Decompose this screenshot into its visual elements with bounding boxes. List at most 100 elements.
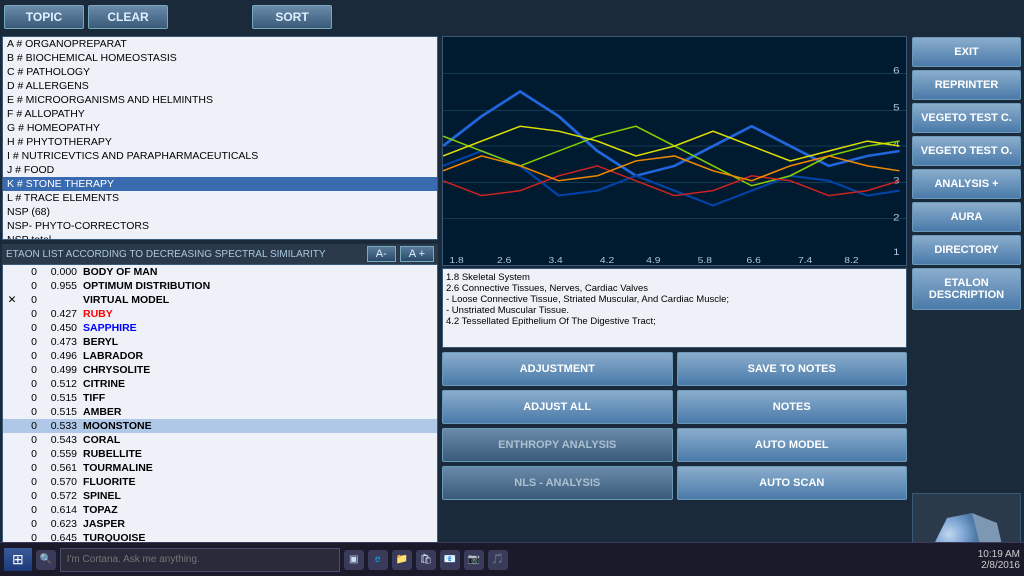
vegeto-c-button[interactable]: VEGETO TEST C. bbox=[912, 103, 1021, 133]
etalon-num: 0 bbox=[19, 518, 37, 530]
etalon-row[interactable]: 00.559RUBELLITE bbox=[3, 447, 437, 461]
etalon-val: 0.533 bbox=[41, 420, 77, 432]
etalon-row[interactable]: 0 0.512 CITRINE bbox=[3, 377, 437, 391]
etalon-row[interactable]: 00.955OPTIMUM DISTRIBUTION bbox=[3, 279, 437, 293]
etalon-val: 0.000 bbox=[41, 266, 77, 278]
etalon-val: 0.515 bbox=[41, 406, 77, 418]
etalon-row[interactable]: 00.623JASPER bbox=[3, 517, 437, 531]
etalon-name: LABRADOR bbox=[83, 350, 435, 362]
etalon-name: CITRINE bbox=[83, 378, 435, 390]
start-button[interactable]: ⊞ bbox=[4, 548, 32, 571]
etalon-name: SPINEL bbox=[83, 490, 435, 502]
topic-item[interactable]: G # HOMEOPATHY bbox=[3, 121, 437, 135]
app1-icon[interactable]: 📧 bbox=[440, 550, 460, 570]
store-icon[interactable]: 🛍 bbox=[416, 550, 436, 570]
etalon-list[interactable]: 0 0.000 BODY OF MAN00.955OPTIMUM DISTRIBUT… bbox=[2, 264, 438, 574]
topic-item[interactable]: A # ORGANOPREPARAT bbox=[3, 37, 437, 51]
svg-text:2: 2 bbox=[893, 213, 900, 222]
analysis-plus-button[interactable]: ANALYSIS + bbox=[912, 169, 1021, 199]
etalon-row[interactable]: 00.515TIFF bbox=[3, 391, 437, 405]
etalon-row[interactable]: 00.572SPINEL bbox=[3, 489, 437, 503]
a-minus-button[interactable]: A- bbox=[367, 246, 396, 262]
notes-button[interactable]: NOTES bbox=[677, 390, 908, 424]
search-icon[interactable]: 🔍 bbox=[36, 550, 56, 570]
etalon-row[interactable]: 00.496LABRADOR bbox=[3, 349, 437, 363]
etalon-val: 0.570 bbox=[41, 476, 77, 488]
etalon-val: 0.512 bbox=[41, 378, 77, 390]
topic-item[interactable]: C # PATHOLOGY bbox=[3, 65, 437, 79]
topic-item[interactable]: F # ALLOPATHY bbox=[3, 107, 437, 121]
topic-item[interactable]: H # PHYTOTHERAPY bbox=[3, 135, 437, 149]
etalon-num: 0 bbox=[19, 350, 37, 362]
topic-item[interactable]: K # STONE THERAPY bbox=[3, 177, 437, 191]
explorer-icon[interactable]: 📁 bbox=[392, 550, 412, 570]
topic-item[interactable]: NSP- PHYTO-CORRECTORS bbox=[3, 219, 437, 233]
sort-button[interactable]: SORT bbox=[252, 5, 332, 29]
reprinter-button[interactable]: REPRINTER bbox=[912, 70, 1021, 100]
etalon-row[interactable]: 00.515AMBER bbox=[3, 405, 437, 419]
action-buttons: ADJUSTMENT SAVE TO NOTES ADJUST ALL NOTE… bbox=[442, 352, 907, 500]
nls-analysis-button[interactable]: NLS - ANALYSIS bbox=[442, 466, 673, 500]
auto-model-button[interactable]: AUTO MODEL bbox=[677, 428, 908, 462]
adjust-all-button[interactable]: ADJUST ALL bbox=[442, 390, 673, 424]
etalon-row[interactable]: 00.473BERYL bbox=[3, 335, 437, 349]
etalon-name: RUBELLITE bbox=[83, 448, 435, 460]
etalon-name: BODY OF MAN bbox=[83, 266, 435, 278]
svg-text:8.2: 8.2 bbox=[844, 256, 858, 265]
etalon-row[interactable]: 00.427RUBY bbox=[3, 307, 437, 321]
topic-item[interactable]: B # BIOCHEMICAL HOMEOSTASIS bbox=[3, 51, 437, 65]
etalon-row[interactable]: 00.543CORAL bbox=[3, 433, 437, 447]
topic-item[interactable]: I # NUTRICEVTICS AND PARAPHARMACEUTICALS bbox=[3, 149, 437, 163]
etalon-val: 0.543 bbox=[41, 434, 77, 446]
right-panel: EXIT REPRINTER VEGETO TEST C. VEGETO TES… bbox=[909, 34, 1024, 576]
etalon-name: TOPAZ bbox=[83, 504, 435, 516]
exit-button[interactable]: EXIT bbox=[912, 37, 1021, 67]
etalon-check: ✕ bbox=[5, 294, 19, 306]
app2-icon[interactable]: 📷 bbox=[464, 550, 484, 570]
entropy-analysis-button[interactable]: ENTHROPY ANALYSIS bbox=[442, 428, 673, 462]
a-plus-button[interactable]: A + bbox=[400, 246, 434, 262]
topic-item[interactable]: NSP (68) bbox=[3, 205, 437, 219]
vegeto-o-button[interactable]: VEGETO TEST O. bbox=[912, 136, 1021, 166]
taskbar: ⊞ 🔍 ▣ e 📁 🛍 📧 📷 🎵 10:19 AM 2/8/2016 bbox=[0, 542, 1024, 576]
clear-button[interactable]: CLEAR bbox=[88, 5, 168, 29]
cortana-search[interactable] bbox=[60, 548, 340, 572]
etalon-val: 0.614 bbox=[41, 504, 77, 516]
topic-item[interactable]: NSP total bbox=[3, 233, 437, 240]
windows-icon: ⊞ bbox=[12, 551, 24, 568]
date-display: 2/8/2016 bbox=[978, 560, 1020, 571]
etalon-num: 0 bbox=[19, 378, 37, 390]
etalon-name: RUBY bbox=[83, 308, 435, 320]
etalon-row[interactable]: 00.561TOURMALINE bbox=[3, 461, 437, 475]
svg-text:7.4: 7.4 bbox=[798, 256, 812, 265]
etalon-row[interactable]: 00.570FLUORITE bbox=[3, 475, 437, 489]
topic-list[interactable]: A # ORGANOPREPARATB # BIOCHEMICAL HOMEOS… bbox=[2, 36, 438, 240]
topic-item[interactable]: E # MICROORGANISMS AND HELMINTHS bbox=[3, 93, 437, 107]
etalon-num: 0 bbox=[19, 308, 37, 320]
save-to-notes-button[interactable]: SAVE TO NOTES bbox=[677, 352, 908, 386]
topic-item[interactable]: J # FOOD bbox=[3, 163, 437, 177]
aura-button[interactable]: AURA bbox=[912, 202, 1021, 232]
etalon-row[interactable]: 00.499CHRYSOLITE bbox=[3, 363, 437, 377]
topic-item[interactable]: L # TRACE ELEMENTS bbox=[3, 191, 437, 205]
topic-item[interactable]: D # ALLERGENS bbox=[3, 79, 437, 93]
directory-button[interactable]: DIRECTORY bbox=[912, 235, 1021, 265]
app3-icon[interactable]: 🎵 bbox=[488, 550, 508, 570]
etalon-val: 0.572 bbox=[41, 490, 77, 502]
etalon-row[interactable]: 00.533MOONSTONE bbox=[3, 419, 437, 433]
etalon-row[interactable]: 00.450SAPPHIRE bbox=[3, 321, 437, 335]
topic-button[interactable]: TOPIC bbox=[4, 5, 84, 29]
etalon-desc-button[interactable]: ETALON DESCRIPTION bbox=[912, 268, 1021, 310]
center-panel: 1 2 3 4 5 6 1.8 2.6 3.4 4.2 4.9 5.8 6.6 … bbox=[440, 34, 909, 576]
etalon-row[interactable]: 00.000BODY OF MAN bbox=[3, 265, 437, 279]
etalon-row[interactable]: 00.614TOPAZ bbox=[3, 503, 437, 517]
etalon-val: 0.450 bbox=[41, 322, 77, 334]
edge-icon[interactable]: e bbox=[368, 550, 388, 570]
etalon-val: 0.515 bbox=[41, 392, 77, 404]
auto-scan-button[interactable]: AUTO SCAN bbox=[677, 466, 908, 500]
svg-text:5.8: 5.8 bbox=[698, 256, 712, 265]
task-view-icon[interactable]: ▣ bbox=[344, 550, 364, 570]
etalon-row[interactable]: ✕0VIRTUAL MODEL bbox=[3, 293, 437, 307]
time-display: 10:19 AM bbox=[978, 549, 1020, 560]
adjustment-button[interactable]: ADJUSTMENT bbox=[442, 352, 673, 386]
